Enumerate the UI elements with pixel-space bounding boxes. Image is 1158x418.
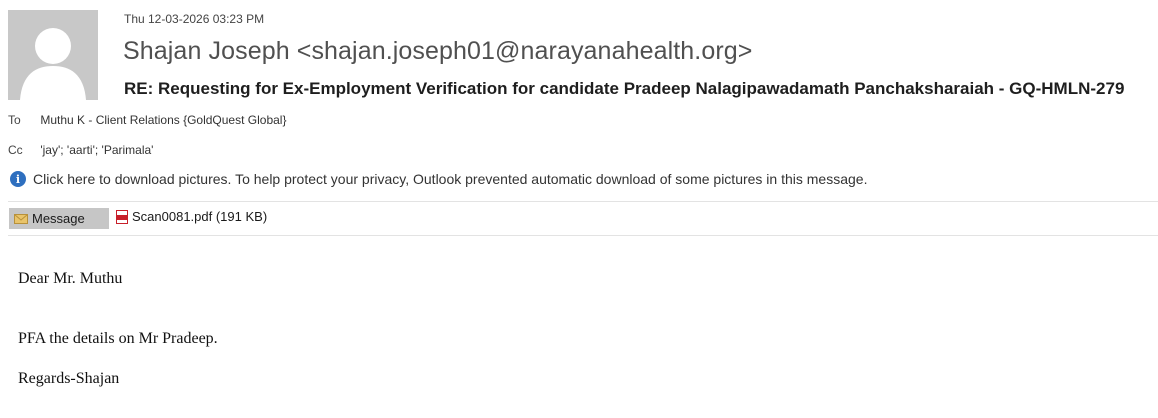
pdf-icon [116, 209, 128, 224]
envelope-icon [14, 213, 28, 224]
message-tab-label: Message [32, 211, 85, 226]
attachment-label: Scan0081.pdf (191 KB) [132, 209, 268, 224]
cc-recipients[interactable]: 'jay'; 'aarti'; 'Parimala' [40, 143, 153, 157]
body-message: PFA the details on Mr Pradeep. [18, 330, 218, 347]
divider-top [8, 201, 1158, 202]
body-greeting: Dear Mr. Muthu [18, 270, 123, 287]
cc-label: Cc [8, 143, 23, 157]
sender-name[interactable]: Shajan Joseph <shajan.joseph01@narayanah… [123, 37, 752, 66]
to-label: To [8, 113, 21, 127]
attachment-scan0081[interactable]: Scan0081.pdf (191 KB) [116, 209, 267, 224]
infobar-text: Click here to download pictures. To help… [33, 171, 868, 187]
download-pictures-infobar[interactable]: i Click here to download pictures. To he… [10, 171, 867, 187]
email-subject: RE: Requesting for Ex-Employment Verific… [124, 79, 1125, 98]
info-icon: i [10, 171, 26, 187]
cc-row: Cc 'jay'; 'aarti'; 'Parimala' [8, 143, 153, 157]
sent-date: Thu 12-03-2026 03:23 PM [124, 12, 265, 26]
sender-avatar[interactable] [8, 10, 98, 100]
body-signoff: Regards-Shajan [18, 370, 120, 387]
to-recipients[interactable]: Muthu K - Client Relations {GoldQuest Gl… [40, 113, 286, 127]
person-silhouette-icon [8, 10, 98, 100]
divider-bottom [8, 235, 1158, 236]
to-row: To Muthu K - Client Relations {GoldQuest… [8, 113, 286, 127]
message-tab[interactable]: Message [9, 208, 109, 229]
